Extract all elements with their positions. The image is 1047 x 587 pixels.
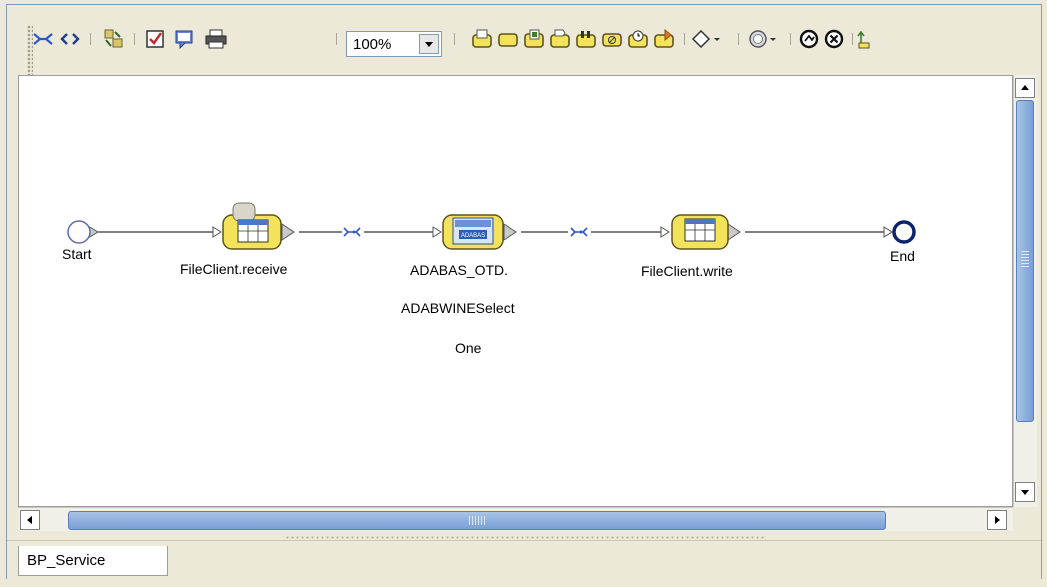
horizontal-scroll-thumb[interactable]	[68, 511, 886, 530]
link-transform-icon[interactable]	[570, 227, 588, 237]
activity-send-icon[interactable]	[548, 26, 572, 52]
more-icon[interactable]	[857, 26, 871, 52]
scroll-down-button[interactable]	[1015, 482, 1035, 502]
write-label: FileClient.write	[641, 263, 733, 279]
start-label: Start	[62, 246, 92, 262]
start-node[interactable]	[67, 220, 91, 244]
receive-label: FileClient.receive	[180, 261, 288, 277]
end-node[interactable]	[892, 220, 916, 244]
code-icon[interactable]	[58, 26, 82, 52]
terminate-icon[interactable]	[822, 26, 846, 52]
end-label: End	[890, 248, 915, 264]
print-icon[interactable]	[202, 26, 230, 52]
svg-text:ADABAS: ADABAS	[461, 233, 485, 239]
comment-icon[interactable]	[172, 26, 198, 52]
tab-label: BP_Service	[27, 552, 106, 569]
link-transform-icon[interactable]	[343, 227, 361, 237]
scroll-left-button[interactable]	[20, 510, 40, 530]
splitter-grip[interactable]	[285, 536, 765, 539]
adabas-label-line2: ADABWINESelect	[401, 300, 515, 316]
file-write-activity[interactable]	[671, 214, 729, 250]
adabas-activity[interactable]: ADABAS	[442, 214, 504, 250]
link-icon[interactable]	[30, 26, 56, 52]
zoom-select[interactable]: 100%	[346, 31, 442, 57]
scroll-right-button[interactable]	[987, 510, 1007, 530]
activity-receive-icon[interactable]	[470, 26, 494, 52]
validate-icon[interactable]	[142, 26, 168, 52]
chevron-down-icon[interactable]	[419, 34, 439, 54]
activity-reply-icon[interactable]	[652, 26, 676, 52]
compensate-icon[interactable]	[797, 26, 821, 52]
tab-bp-service[interactable]: BP_Service	[18, 546, 168, 576]
adabas-label-line3: One	[455, 340, 482, 356]
sync-icon[interactable]	[100, 26, 126, 52]
activity-wait-icon[interactable]	[626, 26, 650, 52]
vertical-scroll-thumb[interactable]	[1016, 100, 1034, 422]
activity-icon[interactable]	[496, 26, 520, 52]
file-receive-activity[interactable]	[222, 202, 282, 250]
zoom-value: 100%	[353, 36, 392, 53]
process-diagram: ADABAS	[67, 202, 916, 250]
activity-assign-icon[interactable]	[522, 26, 546, 52]
activity-invoke-icon[interactable]	[574, 26, 598, 52]
scroll-up-button[interactable]	[1015, 78, 1035, 98]
adabas-label-line1: ADABAS_OTD.	[410, 262, 509, 278]
decision-icon[interactable]	[690, 26, 726, 52]
event-icon[interactable]	[746, 26, 782, 52]
activity-empty-icon[interactable]	[600, 26, 624, 52]
